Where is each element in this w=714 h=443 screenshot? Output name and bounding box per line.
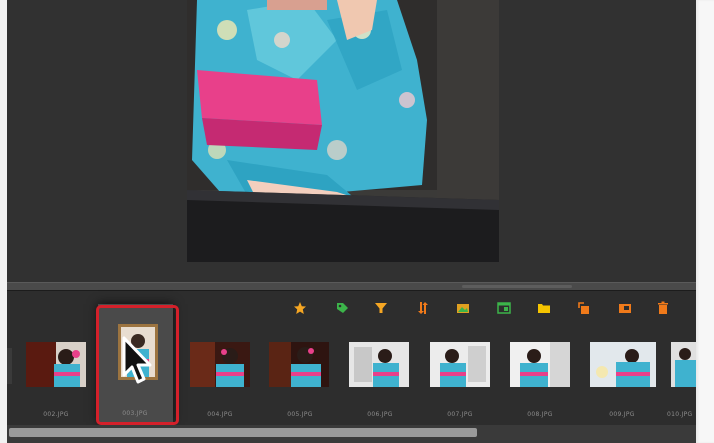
tag-icon [337,303,348,313]
thumbnail-image[interactable] [26,342,86,387]
thumbnail-image[interactable] [349,342,409,387]
filmstrip-scrollbar[interactable] [7,425,696,443]
sort-arrows-icon [418,302,428,314]
delete-button[interactable] [656,301,670,315]
thumbnail-image[interactable] [510,342,570,387]
thumbnail-image[interactable] [269,342,329,387]
preview-image [187,0,499,262]
mouse-cursor-icon [122,336,152,384]
folder-button[interactable] [537,301,551,315]
pane-splitter[interactable] [7,282,696,291]
filter-button[interactable] [374,301,388,315]
thumbnail-image[interactable] [671,342,696,387]
thumbnail-filename: 008.JPG [527,411,553,418]
star-rating-button[interactable] [293,301,307,315]
thumbnail-filename: 006.JPG [367,411,393,418]
thumbnail-image[interactable] [190,342,250,387]
window-icon [497,302,511,314]
thumbnail-image[interactable] [430,342,490,387]
sort-button[interactable] [416,301,430,315]
rotate-right-button[interactable] [618,301,632,315]
thumbnail-filename: 002.JPG [43,411,69,418]
splitter-grip[interactable] [462,285,572,288]
thumbnail-image[interactable] [590,342,656,387]
rotate-right-icon [619,304,631,313]
star-icon [294,302,306,314]
partial-thumbnail[interactable] [7,348,12,384]
thumbnail-filename: 005.JPG [287,411,313,418]
rotate-left-icon [578,302,589,314]
image-icon [457,304,469,313]
photo-viewer-window: 003.JPG 002.JPG 004.JPG 005.JPG 006.JPG … [0,0,714,443]
thumbnail-filename: 004.JPG [207,411,233,418]
window-right-edge [696,0,714,443]
folder-icon [538,304,550,313]
tag-button[interactable] [335,301,349,315]
scrollbar-thumb[interactable] [9,428,477,437]
slideshow-button[interactable] [456,301,470,315]
filter-icon [375,303,387,313]
window-left-edge [0,0,7,443]
view-button[interactable] [497,301,511,315]
trash-icon [658,301,668,314]
image-preview-pane [7,0,696,282]
rotate-left-button[interactable] [577,301,591,315]
thumbnail-filename: 007.JPG [447,411,473,418]
thumbnail-filename: 009.JPG [609,411,635,418]
